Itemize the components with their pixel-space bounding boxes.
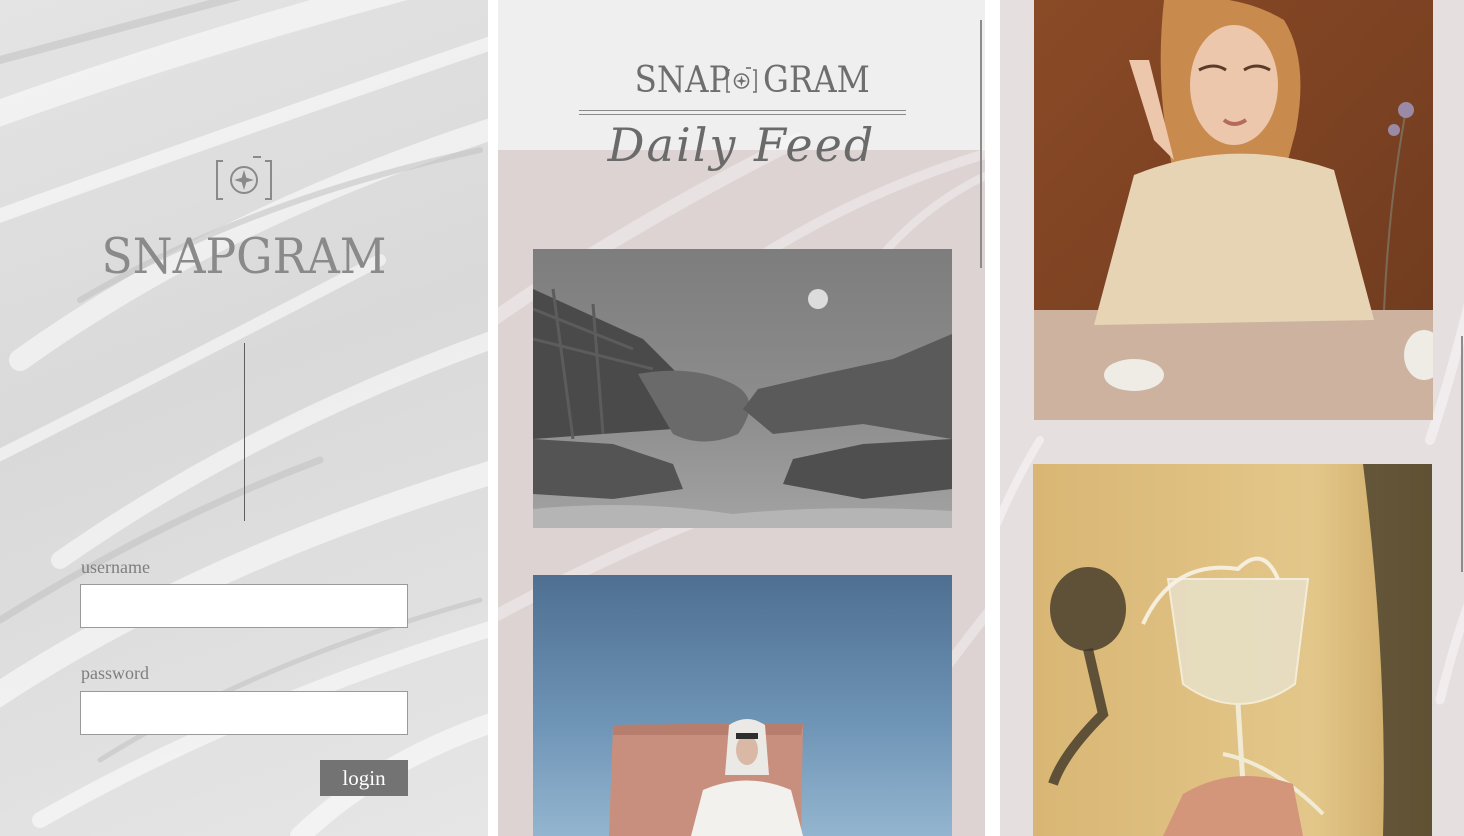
woman-portrait-photo (1034, 0, 1433, 420)
login-brand-title: SNAPGRAM (101, 228, 387, 285)
hands-under-moon-photo (533, 249, 952, 528)
login-panel: SNAPGRAM username password login (0, 0, 488, 836)
password-label: password (81, 663, 149, 683)
camera-logo-icon (726, 67, 757, 93)
feed-brand-left: SNAP (634, 60, 730, 101)
gallery-scrollbar[interactable] (1461, 336, 1463, 572)
panel-gutter (985, 0, 1000, 836)
gallery-post-photo[interactable] (1033, 464, 1432, 836)
vertical-divider (244, 343, 245, 521)
gallery-panel (1000, 0, 1464, 836)
feed-brand: SNAP GRAM (498, 60, 985, 104)
username-input[interactable] (80, 584, 408, 628)
gallery-post-photo[interactable] (1034, 0, 1433, 420)
panel-gutter (488, 0, 498, 836)
feed-post-photo[interactable] (533, 249, 952, 528)
camera-logo-icon (216, 156, 272, 200)
splashing-glass-photo (1033, 464, 1432, 836)
feed-brand-right: GRAM (763, 60, 870, 101)
brand-rule (579, 110, 906, 111)
feed-subtitle: Daily Feed (607, 118, 876, 172)
feed-scrollbar[interactable] (980, 20, 982, 268)
feed-panel: SNAP GRAM Daily Feed (498, 0, 985, 836)
login-button[interactable]: login (320, 760, 408, 796)
password-input[interactable] (80, 691, 408, 735)
username-label: username (81, 557, 150, 577)
brand-rule (579, 114, 906, 115)
feed-post-photo[interactable] (533, 575, 952, 836)
hooded-figure-desert-photo (533, 575, 952, 836)
